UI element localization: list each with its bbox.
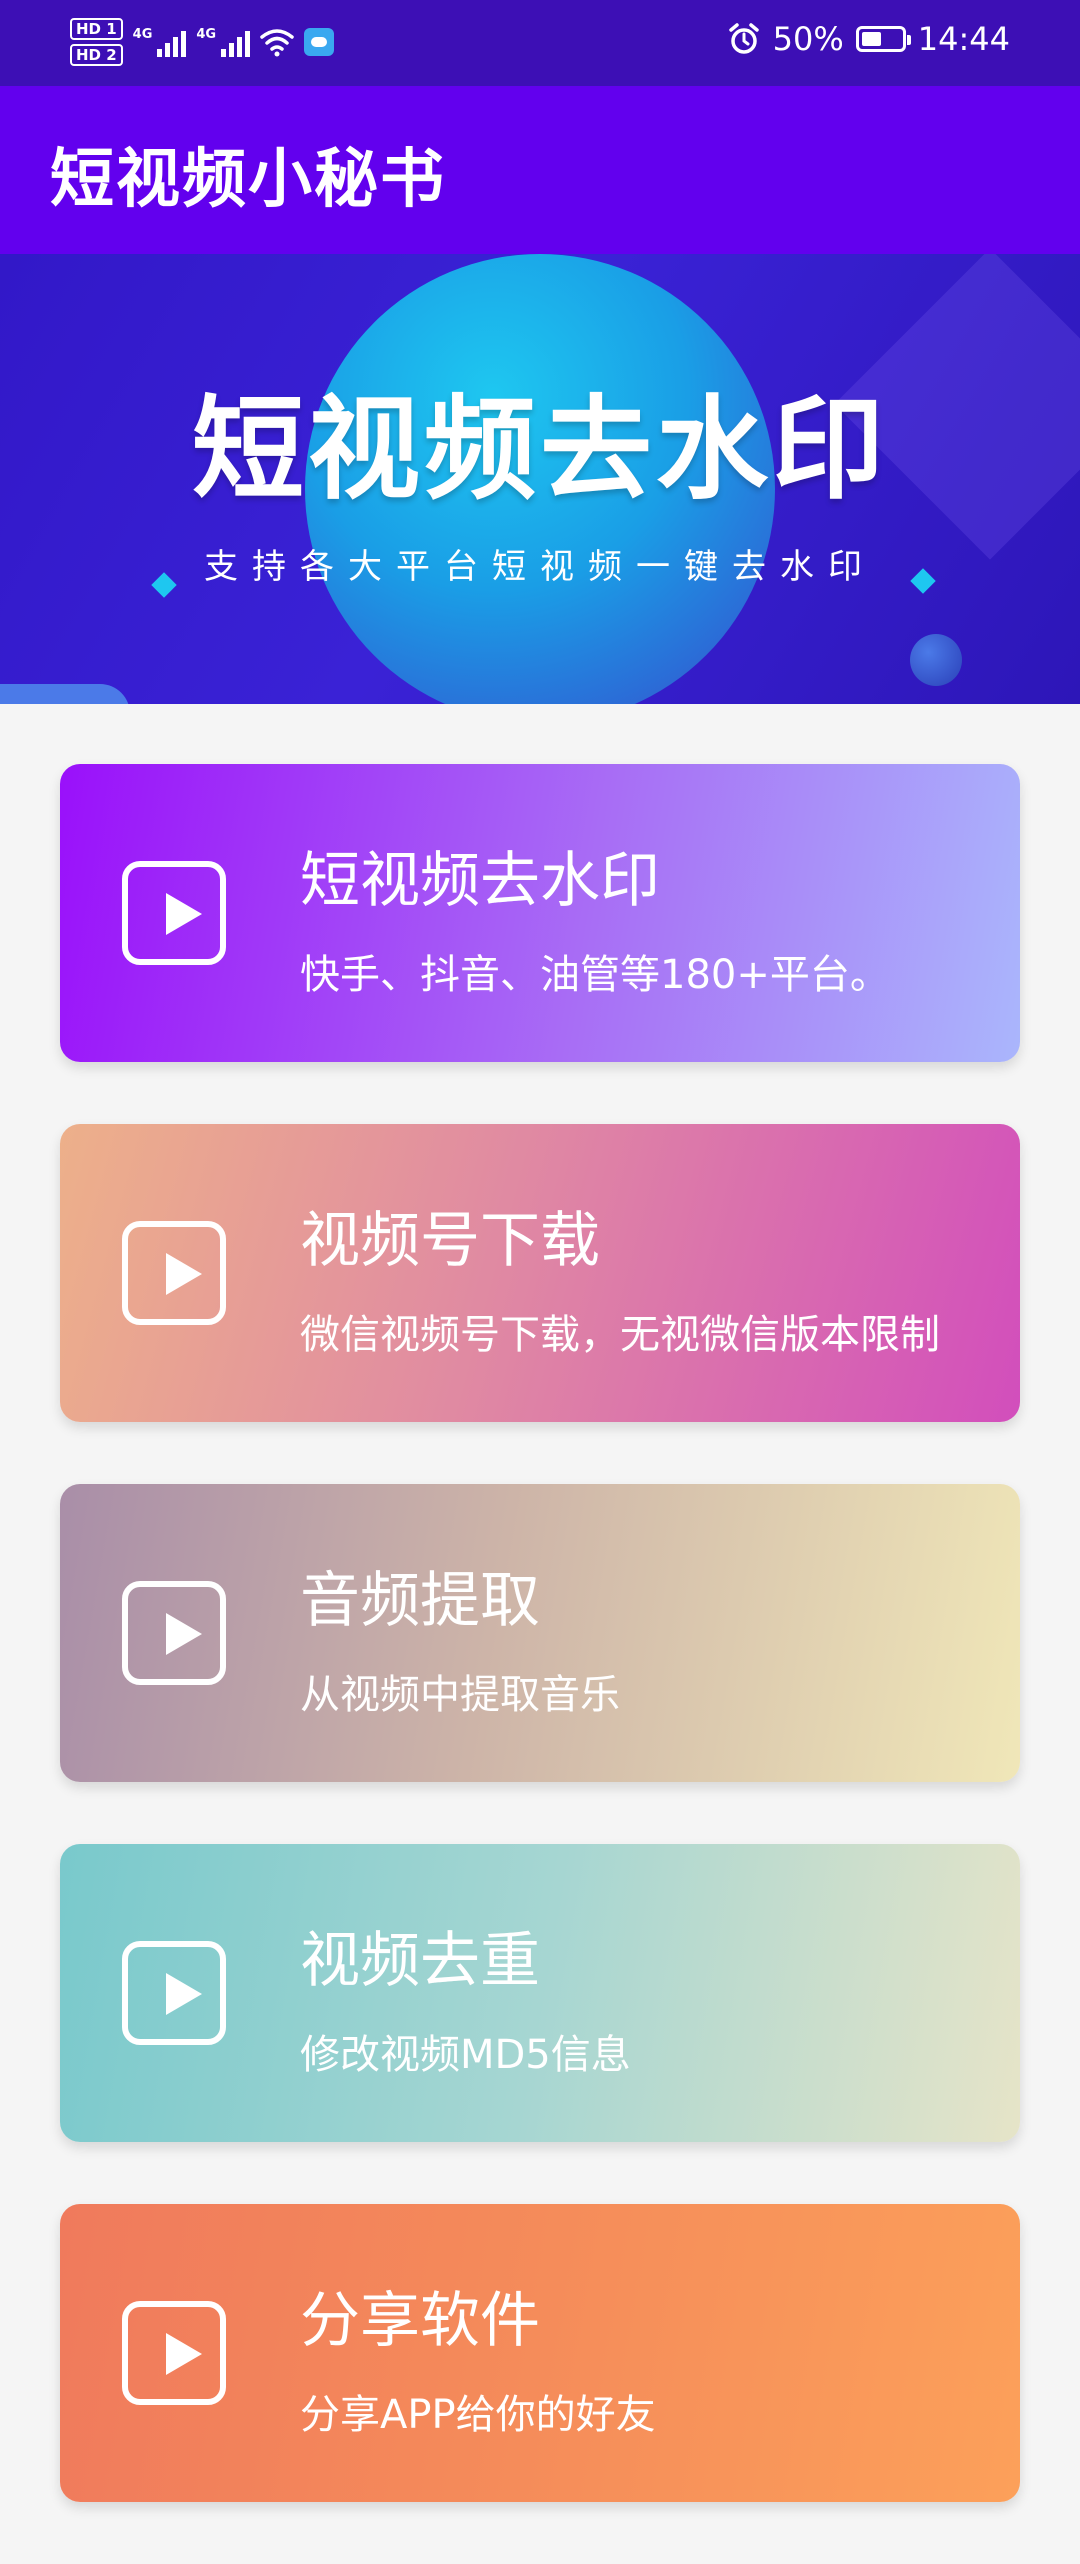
play-icon xyxy=(122,861,226,965)
feature-list: 短视频去水印 快手、抖音、油管等180+平台。 视频号下载 微信视频号下载，无视… xyxy=(60,764,1020,2564)
card-channels-download[interactable]: 视频号下载 微信视频号下载，无视微信版本限制 xyxy=(60,1124,1020,1422)
card-description: 从视频中提取音乐 xyxy=(300,1672,620,1718)
hd1-badge: HD 1 xyxy=(70,18,123,40)
battery-percent: 50% xyxy=(772,20,844,58)
banner[interactable]: 短视频去水印 支持各大平台短视频一键去水印 xyxy=(0,254,1080,704)
alarm-icon xyxy=(728,23,759,54)
banner-subtitle: 支持各大平台短视频一键去水印 xyxy=(204,547,876,587)
app-title: 短视频小秘书 xyxy=(50,143,446,217)
card-description: 修改视频MD5信息 xyxy=(300,2032,631,2078)
card-title: 短视频去水印 xyxy=(300,846,660,916)
signal-icon-2: 4G xyxy=(196,27,251,57)
hd2-badge: HD 2 xyxy=(70,44,123,66)
banner-ball xyxy=(910,634,962,686)
card-title: 音频提取 xyxy=(300,1566,540,1636)
card-title: 分享软件 xyxy=(300,2286,540,2356)
play-icon xyxy=(122,2301,226,2405)
card-description: 微信视频号下载，无视微信版本限制 xyxy=(300,1312,940,1358)
play-icon xyxy=(122,1941,226,2045)
battery-icon xyxy=(855,26,911,52)
cloud-icon xyxy=(304,28,335,56)
signal-icon: 4G xyxy=(133,27,187,57)
banner-title: 短视频去水印 xyxy=(192,385,888,515)
status-bar-left: HD 1 HD 2 4G 4G xyxy=(70,18,335,66)
network-type-1: 4G xyxy=(132,27,153,42)
status-bar: HD 1 HD 2 4G 4G 50% 14:44 xyxy=(0,0,1080,86)
wifi-icon xyxy=(260,29,294,57)
card-share-app[interactable]: 分享软件 分享APP给你的好友 xyxy=(60,2204,1020,2502)
app-bar: 短视频小秘书 xyxy=(0,86,1080,254)
card-description: 分享APP给你的好友 xyxy=(300,2392,656,2438)
card-remove-watermark[interactable]: 短视频去水印 快手、抖音、油管等180+平台。 xyxy=(60,764,1020,1062)
banner-decor-pill xyxy=(0,684,130,704)
card-description: 快手、抖音、油管等180+平台。 xyxy=(300,952,890,998)
play-icon xyxy=(122,1581,226,1685)
play-icon xyxy=(122,1221,226,1325)
status-bar-right: 50% 14:44 xyxy=(727,20,1010,58)
card-title: 视频号下载 xyxy=(300,1206,600,1276)
network-type-2: 4G xyxy=(196,27,217,42)
clock: 14:44 xyxy=(917,20,1010,58)
hd-indicators: HD 1 HD 2 xyxy=(70,18,123,66)
card-dedupe-video[interactable]: 视频去重 修改视频MD5信息 xyxy=(60,1844,1020,2142)
card-title: 视频去重 xyxy=(300,1926,540,1996)
card-audio-extract[interactable]: 音频提取 从视频中提取音乐 xyxy=(60,1484,1020,1782)
